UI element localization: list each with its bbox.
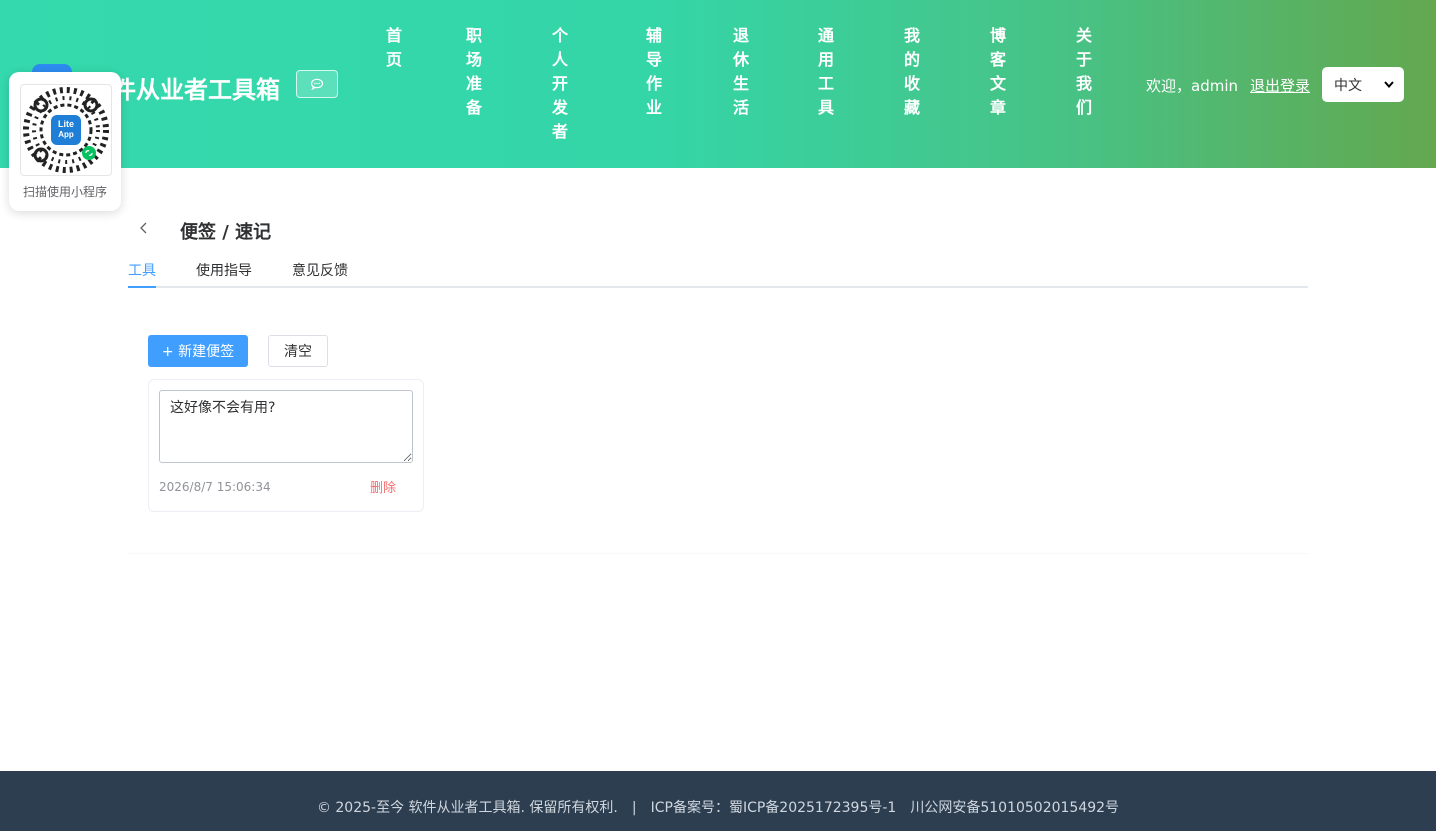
tab-feedback[interactable]: 意见反馈 — [292, 260, 348, 280]
clear-button[interactable]: 清空 — [268, 335, 328, 367]
tabs-divider — [128, 286, 1308, 288]
chat-bubble-icon — [310, 78, 324, 90]
page-title: 便签 / 速记 — [180, 222, 272, 243]
delete-note-button[interactable]: 删除 — [370, 477, 396, 496]
welcome-text: 欢迎，admin — [1146, 77, 1238, 95]
logout-link[interactable]: 退出登录 — [1250, 75, 1310, 96]
nav-item-indie-dev[interactable]: 个人开发者 — [549, 24, 571, 144]
back-button[interactable] — [136, 218, 152, 238]
footer-separator: | — [631, 800, 637, 816]
qr-code-image: Lite App — [20, 84, 112, 176]
chevron-down-icon — [1384, 81, 1394, 88]
language-select[interactable]: 中文 — [1322, 67, 1404, 102]
tab-guide[interactable]: 使用指导 — [196, 260, 252, 280]
nav-item-favorites[interactable]: 我的收藏 — [901, 24, 923, 120]
new-note-button[interactable]: + 新建便签 — [148, 335, 248, 367]
miniprogram-qr-popup: Lite App 扫描使用小程序 — [9, 72, 121, 211]
tab-tool[interactable]: 工具 — [128, 260, 156, 280]
nav-item-home[interactable]: 首页 — [383, 24, 405, 72]
footer-text: © 2025-至今 软件从业者工具箱. 保留所有权利. | ICP备案号：蜀ICP备… — [0, 797, 1436, 817]
chat-button[interactable] — [296, 70, 338, 98]
page-footer: © 2025-至今 软件从业者工具箱. 保留所有权利. | ICP备案号：蜀ICP备… — [0, 771, 1436, 831]
nav-item-tools[interactable]: 通用工具 — [815, 24, 837, 120]
top-header: 件从业者工具箱 首页 职场准备 个人开发者 辅导作业 退休生活 通用工具 我的收… — [0, 0, 1436, 168]
footer-icp[interactable]: ICP备案号：蜀ICP备2025172395号-1 — [651, 800, 897, 816]
svg-text:App: App — [58, 130, 74, 139]
site-title[interactable]: 件从业者工具箱 — [112, 70, 280, 105]
active-tab-indicator — [128, 286, 156, 288]
tab-bar: 工具 使用指导 意见反馈 — [128, 258, 1308, 288]
qr-code-icon: Lite App — [23, 87, 109, 173]
qr-caption: 扫描使用小程序 — [22, 185, 107, 199]
nav-item-career[interactable]: 职场准备 — [463, 24, 485, 120]
svg-text:Lite: Lite — [58, 119, 74, 129]
footer-police[interactable]: 川公网安备51010502015492号 — [910, 800, 1119, 816]
chevron-left-icon — [140, 222, 147, 234]
note-textarea[interactable] — [159, 390, 413, 463]
note-card: 2026/8/7 15:06:34 删除 — [148, 379, 424, 512]
nav-item-blog[interactable]: 博客文章 — [987, 24, 1009, 120]
note-timestamp: 2026/8/7 15:06:34 — [159, 480, 271, 494]
language-selected: 中文 — [1334, 77, 1362, 94]
content-divider — [128, 553, 1308, 554]
nav-item-about[interactable]: 关于我们 — [1073, 24, 1095, 120]
nav-item-retirement[interactable]: 退休生活 — [730, 24, 752, 120]
footer-copyright: © 2025-至今 软件从业者工具箱. 保留所有权利. — [316, 800, 618, 816]
nav-item-homework[interactable]: 辅导作业 — [643, 24, 665, 120]
